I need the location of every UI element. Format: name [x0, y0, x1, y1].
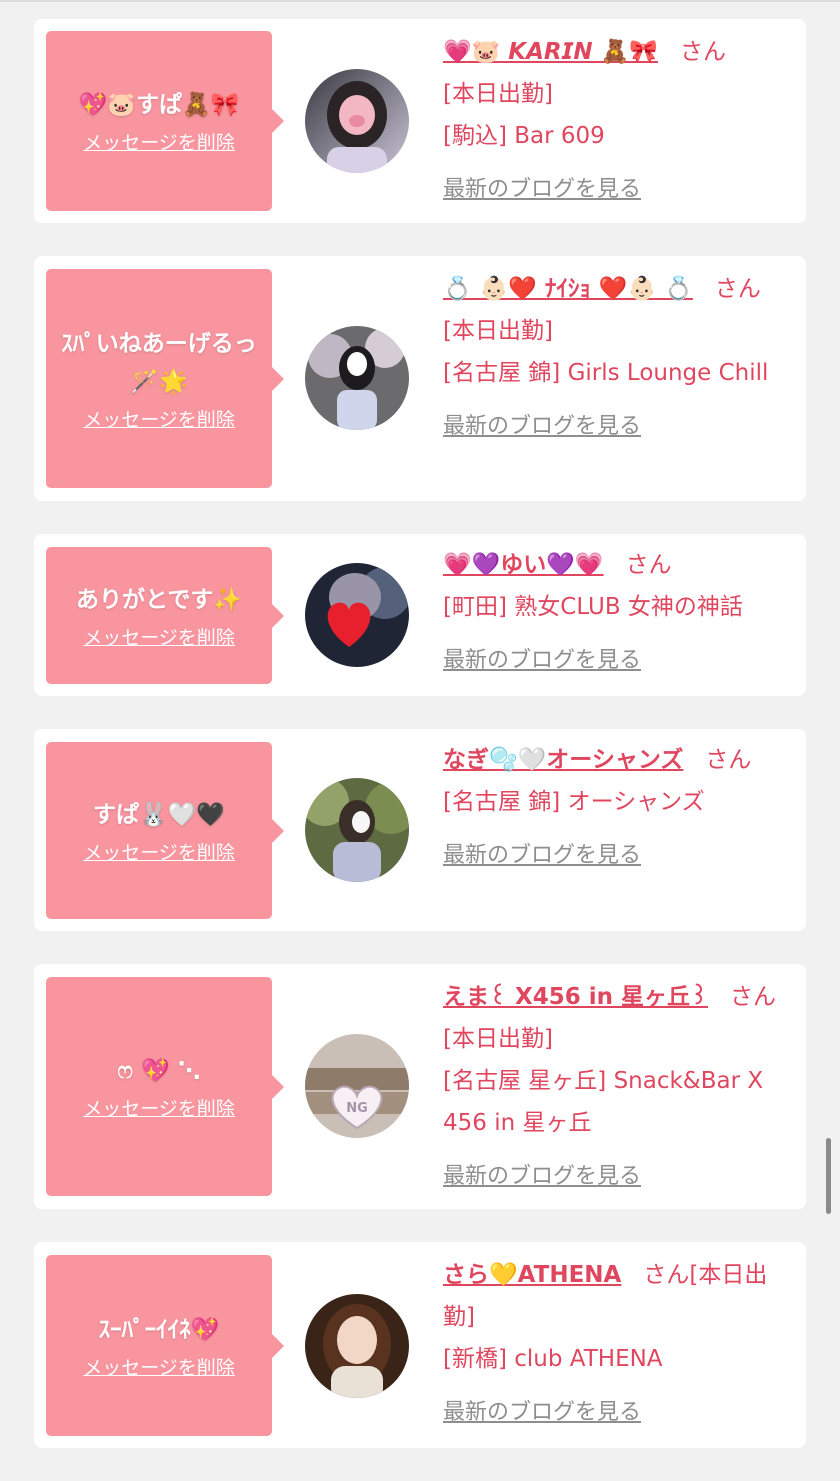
honorific: さん	[643, 1262, 690, 1288]
cast-info: さら💛ATHENA さん[本日出勤] [新橋] club ATHENA 最新のブロ…	[443, 1254, 790, 1434]
cast-name-line: 💍 👶🏻❤️ ﾅｲｼｮ ❤️👶🏻 💍 さん [本日出勤]	[443, 268, 790, 352]
message-card: 💖🐷すぱ🧸🎀 メッセージを削除 💗🐷 𝙆𝘼𝙍𝙄𝙉 🧸🎀 さん [本日出勤] [駒込…	[34, 19, 806, 223]
shop-name: [町田] 熟女CLUB 女神の神話	[443, 594, 743, 620]
cast-name-link[interactable]: なぎ🫧🤍オーシャンズ	[443, 747, 683, 773]
latest-blog-link[interactable]: 最新のブログを見る	[443, 1156, 641, 1198]
latest-blog-link[interactable]: 最新のブログを見る	[443, 1392, 641, 1434]
cast-name-link[interactable]: 💍 👶🏻❤️ ﾅｲｼｮ ❤️👶🏻 💍	[443, 276, 693, 302]
cast-info: 💍 👶🏻❤️ ﾅｲｼｮ ❤️👶🏻 💍 さん [本日出勤] [名古屋 錦] Girls…	[443, 268, 790, 448]
message-card: ｽｰﾊﾟｰｲｲﾈ💖 メッセージを削除 さら💛ATHENA さん[本日出勤] [新橋…	[34, 1242, 806, 1448]
message-bubble: ｽｰﾊﾟｰｲｲﾈ💖 メッセージを削除	[46, 1255, 284, 1436]
message-card: ありがとです✨ メッセージを削除 💗💜ゆい💜💗 さん [町田] 熟女CLUB 女神…	[34, 534, 806, 696]
message-list: 💖🐷すぱ🧸🎀 メッセージを削除 💗🐷 𝙆𝘼𝙍𝙄𝙉 🧸🎀 さん [本日出勤] [駒込…	[34, 19, 806, 1481]
shop-name: [名古屋 錦] オーシャンズ	[443, 789, 705, 815]
cast-info: なぎ🫧🤍オーシャンズ さん [名古屋 錦] オーシャンズ 最新のブログを見る	[443, 739, 790, 877]
cast-name-link[interactable]: さら💛ATHENA	[443, 1262, 621, 1288]
message-text: ｽﾊﾟいねあーげるっ🪄🌟	[61, 330, 257, 395]
cast-avatar[interactable]	[305, 69, 409, 173]
cast-name-link[interactable]: 💗💜ゆい💜💗	[443, 552, 604, 578]
honorific: さん	[625, 552, 672, 578]
top-divider	[0, 0, 840, 2]
message-text: ｽｰﾊﾟｰｲｲﾈ💖	[98, 1316, 220, 1343]
cast-name-line: 💗🐷 𝙆𝘼𝙍𝙄𝙉 🧸🎀 さん	[443, 31, 790, 73]
cast-avatar[interactable]	[305, 1294, 409, 1398]
delete-message-link[interactable]: メッセージを削除	[83, 840, 235, 866]
message-text: 💖🐷すぱ🧸🎀	[78, 92, 240, 118]
svg-text:NG: NG	[346, 1101, 368, 1116]
shop-name: [名古屋 錦] Girls Lounge Chill	[443, 360, 769, 386]
message-bubble: ありがとです✨ メッセージを削除	[46, 547, 284, 684]
message-text: ありがとです✨	[76, 586, 242, 613]
shop-name: [名古屋 星ヶ丘] Snack&Bar X 456 in 星ヶ丘	[443, 1068, 764, 1136]
latest-blog-link[interactable]: 最新のブログを見る	[443, 640, 641, 682]
cast-name-link[interactable]: えま꒰ X456 in 星ヶ丘꒱	[443, 984, 708, 1010]
delete-message-link[interactable]: メッセージを削除	[83, 1355, 235, 1381]
attendance-status: [本日出勤]	[443, 318, 553, 344]
message-card: ｽﾊﾟいねあーげるっ🪄🌟 メッセージを削除 💍 👶🏻❤️ ﾅｲｼｮ ❤️👶🏻 💍…	[34, 256, 806, 501]
message-bubble: 💖🐷すぱ🧸🎀 メッセージを削除	[46, 31, 284, 211]
cast-name-line: さら💛ATHENA さん[本日出勤]	[443, 1254, 790, 1338]
message-bubble: すぱ🐰🤍🖤 メッセージを削除	[46, 742, 284, 919]
delete-message-link[interactable]: メッセージを削除	[83, 1096, 235, 1122]
cast-info: 💗🐷 𝙆𝘼𝙍𝙄𝙉 🧸🎀 さん [本日出勤] [駒込] Bar 609 最新のブログ…	[443, 31, 790, 211]
message-text: すぱ🐰🤍🖤	[93, 801, 225, 828]
cast-avatar[interactable]	[305, 563, 409, 667]
delete-message-link[interactable]: メッセージを削除	[83, 130, 235, 156]
cast-info: 💗💜ゆい💜💗 さん [町田] 熟女CLUB 女神の神話 最新のブログを見る	[443, 544, 790, 682]
attendance-status: [本日出勤]	[443, 1026, 553, 1052]
shop-name: [駒込] Bar 609	[443, 123, 605, 149]
scrollbar-thumb[interactable]	[826, 1138, 831, 1214]
message-bubble: ෆ 💖 ⋱ メッセージを削除	[46, 977, 284, 1196]
cast-name-line: えま꒰ X456 in 星ヶ丘꒱ さん [本日出勤]	[443, 976, 790, 1060]
message-card: すぱ🐰🤍🖤 メッセージを削除 なぎ🫧🤍オーシャンズ さん [名古屋 錦] オーシャ…	[34, 729, 806, 931]
delete-message-link[interactable]: メッセージを削除	[83, 407, 235, 433]
cast-avatar[interactable]: NG	[305, 1034, 409, 1138]
shop-name: [新橋] club ATHENA	[443, 1346, 663, 1372]
delete-message-link[interactable]: メッセージを削除	[83, 625, 235, 651]
latest-blog-link[interactable]: 最新のブログを見る	[443, 406, 641, 448]
cast-avatar[interactable]	[305, 778, 409, 882]
honorific: さん	[705, 747, 752, 773]
message-text: ෆ 💖 ⋱	[117, 1057, 201, 1084]
honorific: さん	[714, 276, 761, 302]
latest-blog-link[interactable]: 最新のブログを見る	[443, 835, 641, 877]
cast-name-link[interactable]: 💗🐷 𝙆𝘼𝙍𝙄𝙉 🧸🎀	[443, 39, 658, 65]
message-card: ෆ 💖 ⋱ メッセージを削除 NG えま꒰ X456 in 星ヶ丘꒱ さん [本日出…	[34, 964, 806, 1209]
latest-blog-link[interactable]: 最新のブログを見る	[443, 169, 641, 211]
honorific: さん	[729, 984, 776, 1010]
message-bubble: ｽﾊﾟいねあーげるっ🪄🌟 メッセージを削除	[46, 269, 284, 488]
attendance-status: [本日出勤]	[443, 81, 553, 107]
cast-name-line: なぎ🫧🤍オーシャンズ さん	[443, 739, 790, 781]
cast-name-line: 💗💜ゆい💜💗 さん	[443, 544, 790, 586]
honorific: さん	[679, 39, 726, 65]
cast-avatar[interactable]	[305, 326, 409, 430]
cast-info: えま꒰ X456 in 星ヶ丘꒱ さん [本日出勤] [名古屋 星ヶ丘] Snack…	[443, 976, 790, 1198]
